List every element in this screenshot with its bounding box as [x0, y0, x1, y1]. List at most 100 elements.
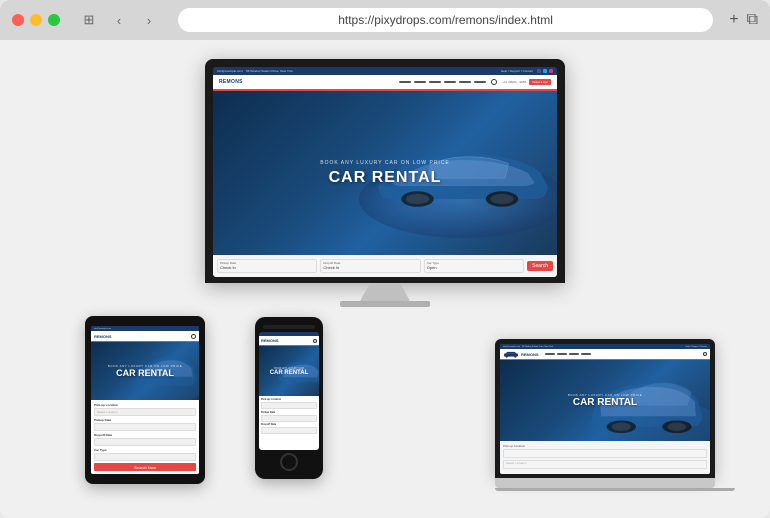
url-text: https://pixydrops.com/remons/index.html: [338, 13, 553, 27]
tablet-pickup-date: [94, 423, 196, 431]
laptop-hero-text: BOOK ANY LUXURY CAR ON LOW PRICE CAR REN…: [568, 393, 643, 408]
cta-button: Order a Car: [529, 79, 551, 85]
tablet-topbar-text: info@example.com: [94, 328, 111, 330]
tablet-site-content: info@example.com REMONS: [91, 326, 199, 474]
monitor-booking-bar: Pickup Date Check In Dropoff Date Check …: [213, 255, 557, 277]
tablet-form-title: Pick-up Location: [94, 403, 196, 407]
browser-window: ⊞ ‹ › https://pixydrops.com/remons/index…: [0, 0, 770, 518]
laptop-nav-3: [569, 353, 579, 355]
tablet-pickup-label: Pickup Date: [94, 418, 196, 422]
phone-dropoff-date: [261, 427, 317, 434]
tablet-hero-title: CAR RENTAL: [108, 368, 183, 378]
tablet-device: info@example.com REMONS: [85, 316, 205, 484]
device-showcase: info@example.com 96 Windup Station Drive…: [25, 49, 745, 509]
car-type-field: Car Type Open: [424, 259, 524, 273]
phone-pickup-label: Pickup Date: [261, 411, 317, 414]
tablet-search-btn: Search Now: [94, 463, 196, 471]
tablet-bezel: info@example.com REMONS: [85, 316, 205, 484]
phone-number: +91 (9800) - 9655: [502, 80, 526, 84]
search-btn: Search: [527, 261, 553, 271]
nav-item-cars: [444, 81, 456, 83]
hero-title: CAR RENTAL: [320, 169, 450, 187]
laptop-nav-1: [545, 353, 555, 355]
phone-search-icon: [313, 339, 317, 343]
laptop-navbar: REMONS: [500, 349, 710, 359]
laptop-pickup-date: [503, 460, 707, 469]
phone-hero: BOOK ANY LUXURY CAR CAR RENTAL: [259, 346, 319, 396]
nav-item-home: [399, 81, 411, 83]
laptop-site-content: info@example.com 96 Windup Station Drive…: [500, 344, 710, 474]
browser-content: info@example.com 96 Windup Station Drive…: [0, 40, 770, 518]
site-topbar: info@example.com 96 Windup Station Drive…: [213, 67, 557, 75]
phone-form-title: Pick-up Location: [261, 398, 317, 401]
minimize-button[interactable]: [30, 14, 42, 26]
hero-subtitle: BOOK ANY LUXURY CAR ON LOW PRICE: [320, 160, 450, 166]
laptop-base: [495, 488, 735, 491]
tablet-hero-text: BOOK ANY LUXURY CAR ON LOW PRICE CAR REN…: [108, 364, 183, 378]
tablet-dropoff-label: Dropoff Date: [94, 433, 196, 437]
phone-pickup-location: [261, 402, 317, 409]
nav-item-contact: [474, 81, 486, 83]
laptop-bottom-bezel: [495, 478, 715, 488]
tablet-form: Pick-up Location Select Location Pickup …: [91, 400, 199, 474]
monitor-screen: info@example.com 96 Windup Station Drive…: [213, 67, 557, 277]
logo-text: REMONS: [219, 79, 243, 85]
browser-actions: + ⧉: [729, 11, 758, 29]
back-button[interactable]: ‹: [106, 10, 132, 30]
traffic-lights: [12, 14, 60, 26]
laptop-hero: BOOK ANY LUXURY CAR ON LOW PRICE CAR REN…: [500, 360, 710, 441]
phone-device: REMONS BOOK ANY LUXURY CAR: [255, 317, 323, 479]
tablet-navbar: REMONS: [91, 331, 199, 341]
phone-pickup-date: [261, 415, 317, 422]
laptop-form: Pick-up Location Select Location: [500, 441, 710, 474]
laptop-nav-4: [581, 353, 591, 355]
duplicate-tab-button[interactable]: ⧉: [747, 11, 758, 29]
forward-button[interactable]: ›: [136, 10, 162, 30]
phone-hero-text: BOOK ANY LUXURY CAR CAR RENTAL: [270, 367, 309, 376]
monitor-stand: [360, 283, 410, 301]
instagram-icon: [549, 69, 553, 73]
laptop-lid: info@example.com 96 Windup Station Drive…: [495, 339, 715, 478]
pickup-date-field: Pickup Date Check In: [217, 259, 317, 273]
laptop-logo-icon: [503, 351, 519, 358]
tab-switcher-button[interactable]: ⊞: [76, 10, 102, 30]
browser-controls: ⊞ ‹ ›: [76, 10, 162, 30]
phone-hero-title: CAR RENTAL: [270, 370, 309, 376]
phone-site-content: REMONS BOOK ANY LUXURY CAR: [259, 332, 319, 450]
nav-item-about: [414, 81, 426, 83]
laptop-nav-2: [557, 353, 567, 355]
tablet-search-icon: [191, 334, 196, 339]
topbar-contact: info@example.com 96 Windup Station Drive…: [217, 69, 293, 73]
phone-screen: REMONS BOOK ANY LUXURY CAR: [259, 332, 319, 450]
hero-text-block: BOOK ANY LUXURY CAR ON LOW PRICE CAR REN…: [320, 160, 450, 187]
twitter-icon: [543, 69, 547, 73]
maximize-button[interactable]: [48, 14, 60, 26]
dropoff-date-field: Dropoff Date Check In: [320, 259, 420, 273]
tablet-hero: BOOK ANY LUXURY CAR ON LOW PRICE CAR REN…: [91, 342, 199, 400]
laptop-hero-title: CAR RENTAL: [568, 397, 643, 408]
laptop-logo-text: REMONS: [521, 352, 539, 357]
logo-area: REMONS: [219, 79, 235, 85]
tablet-pickup-location: Select Location: [94, 408, 196, 416]
titlebar: ⊞ ‹ › https://pixydrops.com/remons/index…: [0, 0, 770, 40]
new-tab-button[interactable]: +: [729, 11, 738, 29]
address-bar[interactable]: https://pixydrops.com/remons/index.html: [178, 8, 713, 32]
phone-home-button: [280, 453, 298, 471]
monitor-device: info@example.com 96 Windup Station Drive…: [205, 59, 565, 307]
phone-form: Pick-up Location Pickup Date Dropoff Dat…: [259, 396, 319, 450]
laptop-device: info@example.com 96 Windup Station Drive…: [495, 339, 715, 491]
phone-dropoff-label: Dropoff Date: [261, 423, 317, 426]
tablet-screen: info@example.com REMONS: [91, 326, 199, 474]
close-button[interactable]: [12, 14, 24, 26]
laptop-pickup-location: Select Location: [503, 449, 707, 458]
tablet-cartype: [94, 453, 196, 461]
facebook-icon: [537, 69, 541, 73]
phone-notch: [263, 325, 315, 329]
phone-logo: REMONS: [261, 338, 279, 343]
tablet-logo: REMONS: [94, 334, 112, 339]
tablet-cartype-label: Car Type: [94, 448, 196, 452]
topbar-links: Help / Support / Contact: [501, 69, 533, 73]
monitor-base: [340, 301, 430, 307]
monitor-site-content: info@example.com 96 Windup Station Drive…: [213, 67, 557, 277]
phone-navbar: REMONS: [259, 336, 319, 345]
